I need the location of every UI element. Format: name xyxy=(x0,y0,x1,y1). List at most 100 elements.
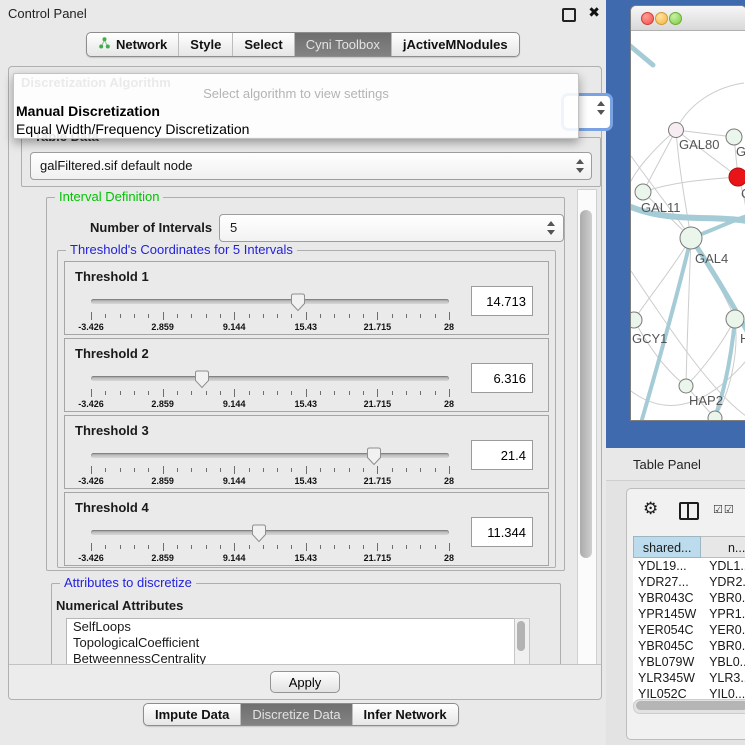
network-edge-highlighted[interactable] xyxy=(631,45,653,65)
threshold-slider[interactable]: -3.4262.8599.14415.4321.71528 xyxy=(91,369,449,409)
table-data-combobox[interactable]: galFiltered.sif default node xyxy=(30,152,592,180)
slider-ticks xyxy=(91,389,449,398)
tab-network[interactable]: Network xyxy=(87,33,179,56)
algorithm-prompt: Select algorithm to view settings xyxy=(14,86,578,101)
columns-icon[interactable] xyxy=(679,502,699,520)
attribute-item-topologicalcoefficient[interactable]: TopologicalCoefficient xyxy=(67,635,515,651)
tab-discretize-data[interactable]: Discretize Data xyxy=(241,704,352,725)
numerical-attributes-label: Numerical Attributes xyxy=(56,598,183,613)
slider-track[interactable] xyxy=(91,530,449,535)
threshold-value-field[interactable] xyxy=(471,363,533,393)
mac-close-button[interactable] xyxy=(641,12,654,25)
network-node-h[interactable] xyxy=(726,310,744,328)
table-row[interactable]: YLR345WYLR3... xyxy=(633,670,745,686)
node-label: H xyxy=(740,331,745,346)
column-header-2[interactable]: n... xyxy=(701,536,745,558)
slider-track[interactable] xyxy=(91,453,449,458)
table-horizontal-scrollbar[interactable] xyxy=(633,699,745,714)
number-of-intervals-spinner[interactable]: 5 xyxy=(219,214,564,242)
close-icon[interactable]: ✖ xyxy=(588,5,600,21)
tick-label: -3.426 xyxy=(78,322,104,332)
table-row[interactable]: YPR145WYPR1... xyxy=(633,606,745,622)
tick-label: 15.43 xyxy=(295,322,318,332)
tick-label: 28 xyxy=(444,476,454,486)
select-checkboxes-icon[interactable]: ☑☑ xyxy=(713,503,735,516)
network-edge[interactable] xyxy=(676,130,734,137)
network-node-gal80[interactable] xyxy=(669,123,684,138)
float-panel-icon[interactable] xyxy=(562,8,576,22)
scrollbar-thumb[interactable] xyxy=(580,210,592,558)
attribute-item-betweennesscentrality[interactable]: BetweennessCentrality xyxy=(67,651,515,665)
threshold-slider[interactable]: -3.4262.8599.14415.4321.71528 xyxy=(91,446,449,486)
network-view-window[interactable]: GAL80GACGAL11GAL4GCY1HHAP2 xyxy=(630,5,745,421)
numerical-attributes-list[interactable]: SelfLoopsTopologicalCoefficientBetweenne… xyxy=(66,618,516,665)
node-label: GAL4 xyxy=(695,251,728,266)
tab-style[interactable]: Style xyxy=(179,33,233,56)
number-of-intervals-label: Number of Intervals xyxy=(90,220,212,235)
slider-ticks xyxy=(91,543,449,552)
node-label: HAP2 xyxy=(689,393,723,408)
algorithm-option-equal-width-frequency-discretization[interactable]: Equal Width/Frequency Discretization xyxy=(14,120,578,138)
network-edge[interactable] xyxy=(643,130,676,192)
network-canvas[interactable]: GAL80GACGAL11GAL4GCY1HHAP2 xyxy=(631,31,745,420)
tab-label: Discretize Data xyxy=(252,707,340,722)
apply-button[interactable]: Apply xyxy=(270,671,340,693)
table-row[interactable]: YBR045CYBR0... xyxy=(633,638,745,654)
table-row[interactable]: YER054CYER0... xyxy=(633,622,745,638)
interval-definition-group: Interval Definition Number of Intervals … xyxy=(46,197,565,571)
network-node-gal11[interactable] xyxy=(635,184,651,200)
network-node-c[interactable] xyxy=(729,168,745,186)
slider-thumb[interactable] xyxy=(194,370,210,389)
hscrollbar-thumb[interactable] xyxy=(636,701,745,710)
network-node-ga[interactable] xyxy=(726,129,742,145)
attribute-item-selfloops[interactable]: SelfLoops xyxy=(67,619,515,635)
threshold-panel: Threshold 1 -3.4262.8599.14415.4321.7152… xyxy=(64,261,549,335)
network-node[interactable] xyxy=(708,411,722,420)
tab-select[interactable]: Select xyxy=(233,33,294,56)
table-toolbar: ⚙ ☑☑ xyxy=(627,495,745,527)
tick-label: 21.715 xyxy=(364,399,392,409)
network-node-gal4[interactable] xyxy=(680,227,702,249)
table-cell: YBR043C xyxy=(633,590,701,606)
table-header-row: shared...n... xyxy=(633,536,745,558)
network-edge[interactable] xyxy=(643,177,738,192)
slider-thumb[interactable] xyxy=(290,293,306,312)
network-node-hap2[interactable] xyxy=(679,379,693,393)
gear-icon[interactable]: ⚙ xyxy=(643,499,658,519)
algorithm-option-manual-discretization[interactable]: Manual Discretization xyxy=(14,102,578,120)
table-cell: YER054C xyxy=(633,622,701,638)
slider-thumb[interactable] xyxy=(366,447,382,466)
tab-impute-data[interactable]: Impute Data xyxy=(144,704,241,725)
tick-label: 28 xyxy=(444,322,454,332)
threshold-value-field[interactable] xyxy=(471,517,533,547)
table-row[interactable]: YDR27...YDR2... xyxy=(633,574,745,590)
tab-cyni-toolbox[interactable]: Cyni Toolbox xyxy=(295,33,392,56)
table-cell: YBR045C xyxy=(633,638,701,654)
tab-infer-network[interactable]: Infer Network xyxy=(353,704,458,725)
tab-jactivemnodules[interactable]: jActiveMNodules xyxy=(392,33,519,56)
network-edge[interactable] xyxy=(631,130,676,181)
settings-vertical-scrollbar[interactable] xyxy=(577,189,597,665)
mac-zoom-button[interactable] xyxy=(669,12,682,25)
slider-thumb[interactable] xyxy=(251,524,267,543)
slider-track[interactable] xyxy=(91,376,449,381)
threshold-value-field[interactable] xyxy=(471,286,533,316)
column-header-1[interactable]: shared... xyxy=(633,536,701,558)
mac-minimize-button[interactable] xyxy=(655,12,668,25)
attributes-list-scrollbar[interactable] xyxy=(514,618,530,665)
table-row[interactable]: YBL079WYBL0... xyxy=(633,654,745,670)
network-edge[interactable] xyxy=(676,83,744,130)
threshold-slider[interactable]: -3.4262.8599.14415.4321.71528 xyxy=(91,292,449,332)
table-cell: YPR1... xyxy=(701,606,745,622)
control-panel-titlebar: Control Panel ✖ xyxy=(0,0,606,26)
threshold-panel: Threshold 2 -3.4262.8599.14415.4321.7152… xyxy=(64,338,549,412)
slider-track[interactable] xyxy=(91,299,449,304)
table-row[interactable]: YDL19...YDL1... xyxy=(633,558,745,574)
threshold-slider[interactable]: -3.4262.8599.14415.4321.71528 xyxy=(91,523,449,563)
node-label: C xyxy=(741,186,745,201)
network-node-gcy1[interactable] xyxy=(631,312,642,328)
threshold-value-field[interactable] xyxy=(471,440,533,470)
table-row[interactable]: YBR043CYBR0... xyxy=(633,590,745,606)
algorithm-options-list: Manual DiscretizationEqual Width/Frequen… xyxy=(14,102,578,138)
cytoscape-desktop: GAL80GACGAL11GAL4GCY1HHAP2 xyxy=(606,0,745,448)
